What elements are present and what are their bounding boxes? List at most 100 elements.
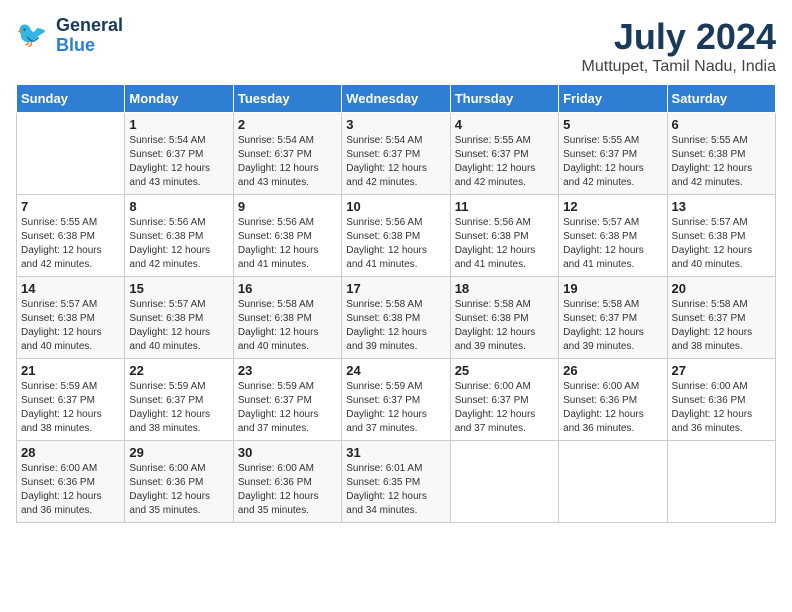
day-number: 8 [129, 199, 228, 214]
page-header: 🐦 General Blue July 2024 Muttupet, Tamil… [16, 16, 776, 76]
day-info: Sunrise: 5:58 AM Sunset: 6:37 PM Dayligh… [672, 298, 771, 354]
day-number: 4 [455, 117, 554, 132]
day-info: Sunrise: 5:54 AM Sunset: 6:37 PM Dayligh… [238, 134, 337, 190]
day-info: Sunrise: 5:59 AM Sunset: 6:37 PM Dayligh… [346, 380, 445, 436]
day-header-saturday: Saturday [667, 85, 775, 113]
day-info: Sunrise: 5:56 AM Sunset: 6:38 PM Dayligh… [129, 216, 228, 272]
calendar-cell: 18Sunrise: 5:58 AM Sunset: 6:38 PM Dayli… [450, 277, 558, 359]
calendar-cell: 13 Sunrise: 5:57 AM Sunset: 6:38 PM Dayli… [667, 195, 775, 277]
day-number: 12 [563, 199, 662, 214]
calendar-title: July 2024 [582, 16, 776, 58]
day-number: 27 [672, 363, 771, 378]
day-info: Sunrise: 5:57 AM Sunset: 6:38 PM Dayligh… [21, 298, 120, 354]
logo-text: General Blue [56, 16, 123, 56]
calendar-cell: 23 Sunrise: 5:59 AM Sunset: 6:37 PM Dayli… [233, 359, 341, 441]
day-info: Sunrise: 5:57 AM Sunset: 6:38 PM Dayligh… [672, 216, 771, 272]
day-info: Sunrise: 6:01 AM Sunset: 6:35 PM Dayligh… [346, 462, 445, 518]
day-number: 13 [672, 199, 771, 214]
day-number: 26 [563, 363, 662, 378]
calendar-cell: 17Sunrise: 5:58 AM Sunset: 6:38 PM Dayli… [342, 277, 450, 359]
day-header-wednesday: Wednesday [342, 85, 450, 113]
calendar-cell [667, 441, 775, 523]
day-info: Sunrise: 5:59 AM Sunset: 6:37 PM Dayligh… [129, 380, 228, 436]
week-row-4: 21Sunrise: 5:59 AM Sunset: 6:37 PM Dayli… [17, 359, 776, 441]
calendar-cell: 1Sunrise: 5:54 AM Sunset: 6:37 PM Daylig… [125, 113, 233, 195]
calendar-cell: 30Sunrise: 6:00 AM Sunset: 6:36 PM Dayli… [233, 441, 341, 523]
day-info: Sunrise: 5:55 AM Sunset: 6:38 PM Dayligh… [21, 216, 120, 272]
day-number: 9 [238, 199, 337, 214]
calendar-cell [17, 113, 125, 195]
calendar-cell: 20Sunrise: 5:58 AM Sunset: 6:37 PM Dayli… [667, 277, 775, 359]
day-info: Sunrise: 5:59 AM Sunset: 6:37 PM Dayligh… [238, 380, 337, 436]
week-row-3: 14 Sunrise: 5:57 AM Sunset: 6:38 PM Dayli… [17, 277, 776, 359]
calendar-cell: 25 Sunrise: 6:00 AM Sunset: 6:37 PM Dayli… [450, 359, 558, 441]
day-header-friday: Friday [559, 85, 667, 113]
week-row-2: 7 Sunrise: 5:55 AM Sunset: 6:38 PM Daylig… [17, 195, 776, 277]
calendar-cell: 29 Sunrise: 6:00 AM Sunset: 6:36 PM Dayli… [125, 441, 233, 523]
day-number: 25 [455, 363, 554, 378]
calendar-table: SundayMondayTuesdayWednesdayThursdayFrid… [16, 84, 776, 523]
calendar-cell: 14 Sunrise: 5:57 AM Sunset: 6:38 PM Dayli… [17, 277, 125, 359]
day-info: Sunrise: 6:00 AM Sunset: 6:36 PM Dayligh… [129, 462, 228, 518]
svg-text:🐦: 🐦 [16, 21, 47, 49]
day-info: Sunrise: 6:00 AM Sunset: 6:36 PM Dayligh… [238, 462, 337, 518]
calendar-cell: 28Sunrise: 6:00 AM Sunset: 6:36 PM Dayli… [17, 441, 125, 523]
day-number: 22 [129, 363, 228, 378]
day-info: Sunrise: 5:57 AM Sunset: 6:38 PM Dayligh… [129, 298, 228, 354]
week-row-1: 1Sunrise: 5:54 AM Sunset: 6:37 PM Daylig… [17, 113, 776, 195]
calendar-subtitle: Muttupet, Tamil Nadu, India [582, 58, 776, 76]
calendar-cell: 19Sunrise: 5:58 AM Sunset: 6:37 PM Dayli… [559, 277, 667, 359]
day-number: 29 [129, 445, 228, 460]
day-info: Sunrise: 5:58 AM Sunset: 6:38 PM Dayligh… [238, 298, 337, 354]
calendar-cell [559, 441, 667, 523]
day-number: 15 [129, 281, 228, 296]
week-row-5: 28 Sunrise: 6:00 AM Sunset: 6:36 PM Dayli… [17, 441, 776, 523]
day-number: 3 [346, 117, 445, 132]
day-info: Sunrise: 5:55 AM Sunset: 6:38 PM Dayligh… [672, 134, 771, 190]
day-number: 11 [455, 199, 554, 214]
day-number: 19 [563, 281, 662, 296]
day-info: Sunrise: 5:54 AM Sunset: 6:37 PM Dayligh… [129, 134, 228, 190]
day-info: Sunrise: 5:55 AM Sunset: 6:37 PM Dayligh… [563, 134, 662, 190]
day-header-tuesday: Tuesday [233, 85, 341, 113]
day-info: Sunrise: 6:00 AM Sunset: 6:37 PM Dayligh… [455, 380, 554, 436]
calendar-cell [450, 441, 558, 523]
calendar-cell: 5 Sunrise: 5:55 AM Sunset: 6:37 PM Daylig… [559, 113, 667, 195]
calendar-cell: 31 Sunrise: 6:01 AM Sunset: 6:35 PM Dayli… [342, 441, 450, 523]
day-number: 23 [238, 363, 337, 378]
day-number: 18 [455, 281, 554, 296]
day-number: 14 [21, 281, 120, 296]
calendar-cell: 4Sunrise: 5:55 AM Sunset: 6:37 PM Daylig… [450, 113, 558, 195]
logo-general: General [56, 15, 123, 35]
calendar-cell: 16Sunrise: 5:58 AM Sunset: 6:38 PM Dayli… [233, 277, 341, 359]
day-info: Sunrise: 5:54 AM Sunset: 6:37 PM Dayligh… [346, 134, 445, 190]
day-number: 5 [563, 117, 662, 132]
calendar-cell: 21Sunrise: 5:59 AM Sunset: 6:37 PM Dayli… [17, 359, 125, 441]
day-number: 7 [21, 199, 120, 214]
day-number: 17 [346, 281, 445, 296]
calendar-cell: 3 Sunrise: 5:54 AM Sunset: 6:37 PM Daylig… [342, 113, 450, 195]
title-block: July 2024 Muttupet, Tamil Nadu, India [582, 16, 776, 76]
day-number: 28 [21, 445, 120, 460]
days-header-row: SundayMondayTuesdayWednesdayThursdayFrid… [17, 85, 776, 113]
calendar-cell: 10Sunrise: 5:56 AM Sunset: 6:38 PM Dayli… [342, 195, 450, 277]
day-number: 31 [346, 445, 445, 460]
calendar-cell: 2Sunrise: 5:54 AM Sunset: 6:37 PM Daylig… [233, 113, 341, 195]
calendar-cell: 9 Sunrise: 5:56 AM Sunset: 6:38 PM Daylig… [233, 195, 341, 277]
day-info: Sunrise: 6:00 AM Sunset: 6:36 PM Dayligh… [672, 380, 771, 436]
day-header-monday: Monday [125, 85, 233, 113]
calendar-cell: 27 Sunrise: 6:00 AM Sunset: 6:36 PM Dayli… [667, 359, 775, 441]
day-info: Sunrise: 5:56 AM Sunset: 6:38 PM Dayligh… [238, 216, 337, 272]
calendar-cell: 26Sunrise: 6:00 AM Sunset: 6:36 PM Dayli… [559, 359, 667, 441]
calendar-cell: 22 Sunrise: 5:59 AM Sunset: 6:37 PM Dayli… [125, 359, 233, 441]
logo: 🐦 General Blue [16, 16, 123, 56]
day-header-thursday: Thursday [450, 85, 558, 113]
day-number: 6 [672, 117, 771, 132]
day-info: Sunrise: 5:57 AM Sunset: 6:38 PM Dayligh… [563, 216, 662, 272]
calendar-cell: 11Sunrise: 5:56 AM Sunset: 6:38 PM Dayli… [450, 195, 558, 277]
day-info: Sunrise: 5:56 AM Sunset: 6:38 PM Dayligh… [346, 216, 445, 272]
calendar-cell: 7 Sunrise: 5:55 AM Sunset: 6:38 PM Daylig… [17, 195, 125, 277]
logo-blue: Blue [56, 36, 123, 56]
calendar-cell: 6 Sunrise: 5:55 AM Sunset: 6:38 PM Daylig… [667, 113, 775, 195]
calendar-cell: 15 Sunrise: 5:57 AM Sunset: 6:38 PM Dayli… [125, 277, 233, 359]
